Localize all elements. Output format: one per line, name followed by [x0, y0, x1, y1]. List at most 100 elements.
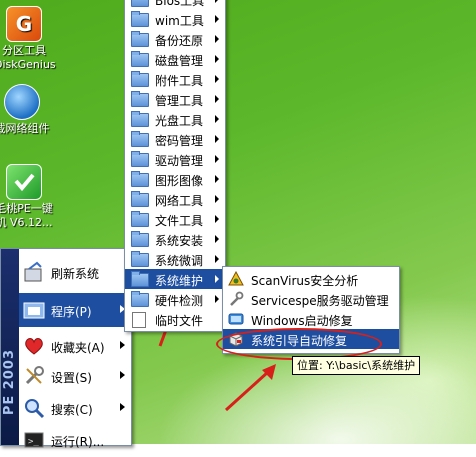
windows-repair-icon [228, 313, 244, 325]
start-item-label: 搜索(C) [51, 403, 93, 417]
desktop-icon-label: 毛桃PE一键 [0, 202, 53, 215]
programs-item-disc-tools[interactable]: 光盘工具 [125, 109, 225, 129]
sysmaint-item-boot-auto-repair[interactable]: 系统引导自动修复 [223, 329, 399, 349]
network-icon [4, 84, 40, 120]
system-maintenance-submenu: ScanVirus安全分析 Servicespe服务驱动管理 Windows启动… [222, 266, 400, 354]
sysmaint-item-windows-startup-repair[interactable]: Windows启动修复 [223, 309, 399, 329]
start-item-favorites[interactable]: 收藏夹(A) [19, 329, 131, 363]
start-menu: PE 2003 刷新系统 程序(P) 收藏夹(A) 设置(S) 搜索(C) >_… [0, 248, 132, 449]
submenu-arrow-icon [215, 55, 219, 63]
programs-item-label: 驱动管理 [155, 154, 204, 168]
submenu-arrow-icon [120, 371, 125, 379]
settings-icon [25, 366, 44, 385]
refresh-system-icon [24, 261, 42, 282]
start-item-label: 运行(R)... [51, 435, 105, 449]
submenu-arrow-icon [215, 155, 219, 163]
programs-item-system-maintenance[interactable]: 系统维护 [125, 269, 225, 289]
maotao-pe-icon [6, 164, 42, 200]
submenu-arrow-icon [215, 35, 219, 43]
submenu-arrow-icon [215, 235, 219, 243]
desktop-icon-network[interactable]: 载网络组件 [0, 84, 52, 136]
folder-icon [131, 91, 149, 107]
desktop-icon-label: DiskGenius [0, 58, 56, 71]
folder-icon [131, 251, 149, 267]
folder-icon [131, 31, 149, 47]
programs-submenu: Bios工具 wim工具 备份还原 磁盘管理 附件工具 管理工具 光盘工具 密码… [124, 0, 226, 332]
sysmaint-item-servicespe[interactable]: Servicespe服务驱动管理 [223, 289, 399, 309]
programs-item-graphics[interactable]: 图形图像 [125, 169, 225, 189]
svg-text:G: G [16, 12, 32, 36]
programs-item-hardware-detection[interactable]: 硬件检测 [125, 289, 225, 309]
desktop-background: G 分区工具 DiskGenius 载网络组件 毛桃PE一键 机 V6.12..… [0, 0, 476, 449]
programs-item-label: 附件工具 [155, 74, 204, 88]
start-item-run[interactable]: >_ 运行(R)... [19, 423, 131, 457]
start-item-refresh-system[interactable]: 刷新系统 [19, 255, 131, 289]
sysmaint-item-label: Windows启动修复 [251, 314, 353, 328]
programs-item-driver-management[interactable]: 驱动管理 [125, 149, 225, 169]
programs-item-label: wim工具 [155, 14, 204, 28]
sysmaint-item-scanvirus[interactable]: ScanVirus安全分析 [223, 269, 399, 289]
programs-icon [23, 302, 45, 319]
submenu-arrow-icon [120, 403, 125, 411]
submenu-arrow-icon [215, 135, 219, 143]
submenu-arrow-icon [215, 75, 219, 83]
submenu-arrow-icon [215, 275, 219, 283]
desktop-icon-label: 机 V6.12... [0, 216, 53, 229]
start-item-label: 程序(P) [51, 305, 92, 319]
submenu-arrow-icon [215, 15, 219, 23]
submenu-arrow-icon [215, 0, 219, 3]
programs-item-label: 光盘工具 [155, 114, 204, 128]
folder-icon [131, 191, 149, 207]
folder-icon [131, 271, 149, 287]
file-icon [132, 312, 146, 328]
search-icon [25, 399, 45, 419]
desktop-icon-diskgenius[interactable]: G 分区工具 DiskGenius [0, 6, 56, 72]
start-item-label: 刷新系统 [51, 267, 100, 281]
submenu-arrow-icon [215, 95, 219, 103]
programs-item-label: Bios工具 [155, 0, 205, 8]
start-item-label: 设置(S) [51, 371, 92, 385]
start-item-programs[interactable]: 程序(P) [19, 293, 131, 327]
favorites-icon [25, 338, 43, 355]
folder-icon [131, 291, 149, 307]
svg-text:>_: >_ [28, 437, 39, 447]
folder-icon [131, 211, 149, 227]
programs-item-label: 网络工具 [155, 194, 204, 208]
start-item-search[interactable]: 搜索(C) [19, 391, 131, 425]
folder-icon [131, 111, 149, 127]
start-menu-band-text: PE 2003 [2, 348, 17, 415]
submenu-arrow-icon [215, 115, 219, 123]
programs-item-password-management[interactable]: 密码管理 [125, 129, 225, 149]
submenu-arrow-icon [120, 341, 125, 349]
programs-item-backup-restore[interactable]: 备份还原 [125, 29, 225, 49]
programs-item-label: 图形图像 [155, 174, 204, 188]
run-icon: >_ [24, 432, 44, 448]
diskgenius-icon: G [6, 6, 42, 42]
start-item-settings[interactable]: 设置(S) [19, 359, 131, 393]
submenu-arrow-icon [215, 215, 219, 223]
sysmaint-item-label: ScanVirus安全分析 [251, 274, 359, 288]
programs-item-system-install[interactable]: 系统安装 [125, 229, 225, 249]
desktop-icon-maotao-pe[interactable]: 毛桃PE一键 机 V6.12... [0, 164, 54, 230]
programs-item-accessories[interactable]: 附件工具 [125, 69, 225, 89]
programs-item-network-tools[interactable]: 网络工具 [125, 189, 225, 209]
folder-icon [131, 231, 149, 247]
scanvirus-icon [228, 271, 244, 286]
submenu-arrow-icon [215, 175, 219, 183]
programs-item-label: 系统维护 [155, 274, 204, 288]
programs-item-file-tools[interactable]: 文件工具 [125, 209, 225, 229]
folder-icon [131, 171, 149, 187]
desktop-icon-label: 载网络组件 [0, 122, 50, 135]
programs-item-bios-tools[interactable]: Bios工具 [125, 0, 225, 9]
sysmaint-item-label: 系统引导自动修复 [251, 334, 348, 348]
programs-item-admin-tools[interactable]: 管理工具 [125, 89, 225, 109]
programs-item-label: 备份还原 [155, 34, 204, 48]
folder-icon [131, 71, 149, 87]
programs-item-system-tweaks[interactable]: 系统微调 [125, 249, 225, 269]
programs-item-label: 硬件检测 [155, 294, 204, 308]
folder-icon [131, 11, 149, 27]
programs-item-wim-tools[interactable]: wim工具 [125, 9, 225, 29]
programs-item-label: 系统微调 [155, 254, 204, 268]
programs-item-temp-files[interactable]: 临时文件 [125, 309, 225, 329]
programs-item-disk-management[interactable]: 磁盘管理 [125, 49, 225, 69]
